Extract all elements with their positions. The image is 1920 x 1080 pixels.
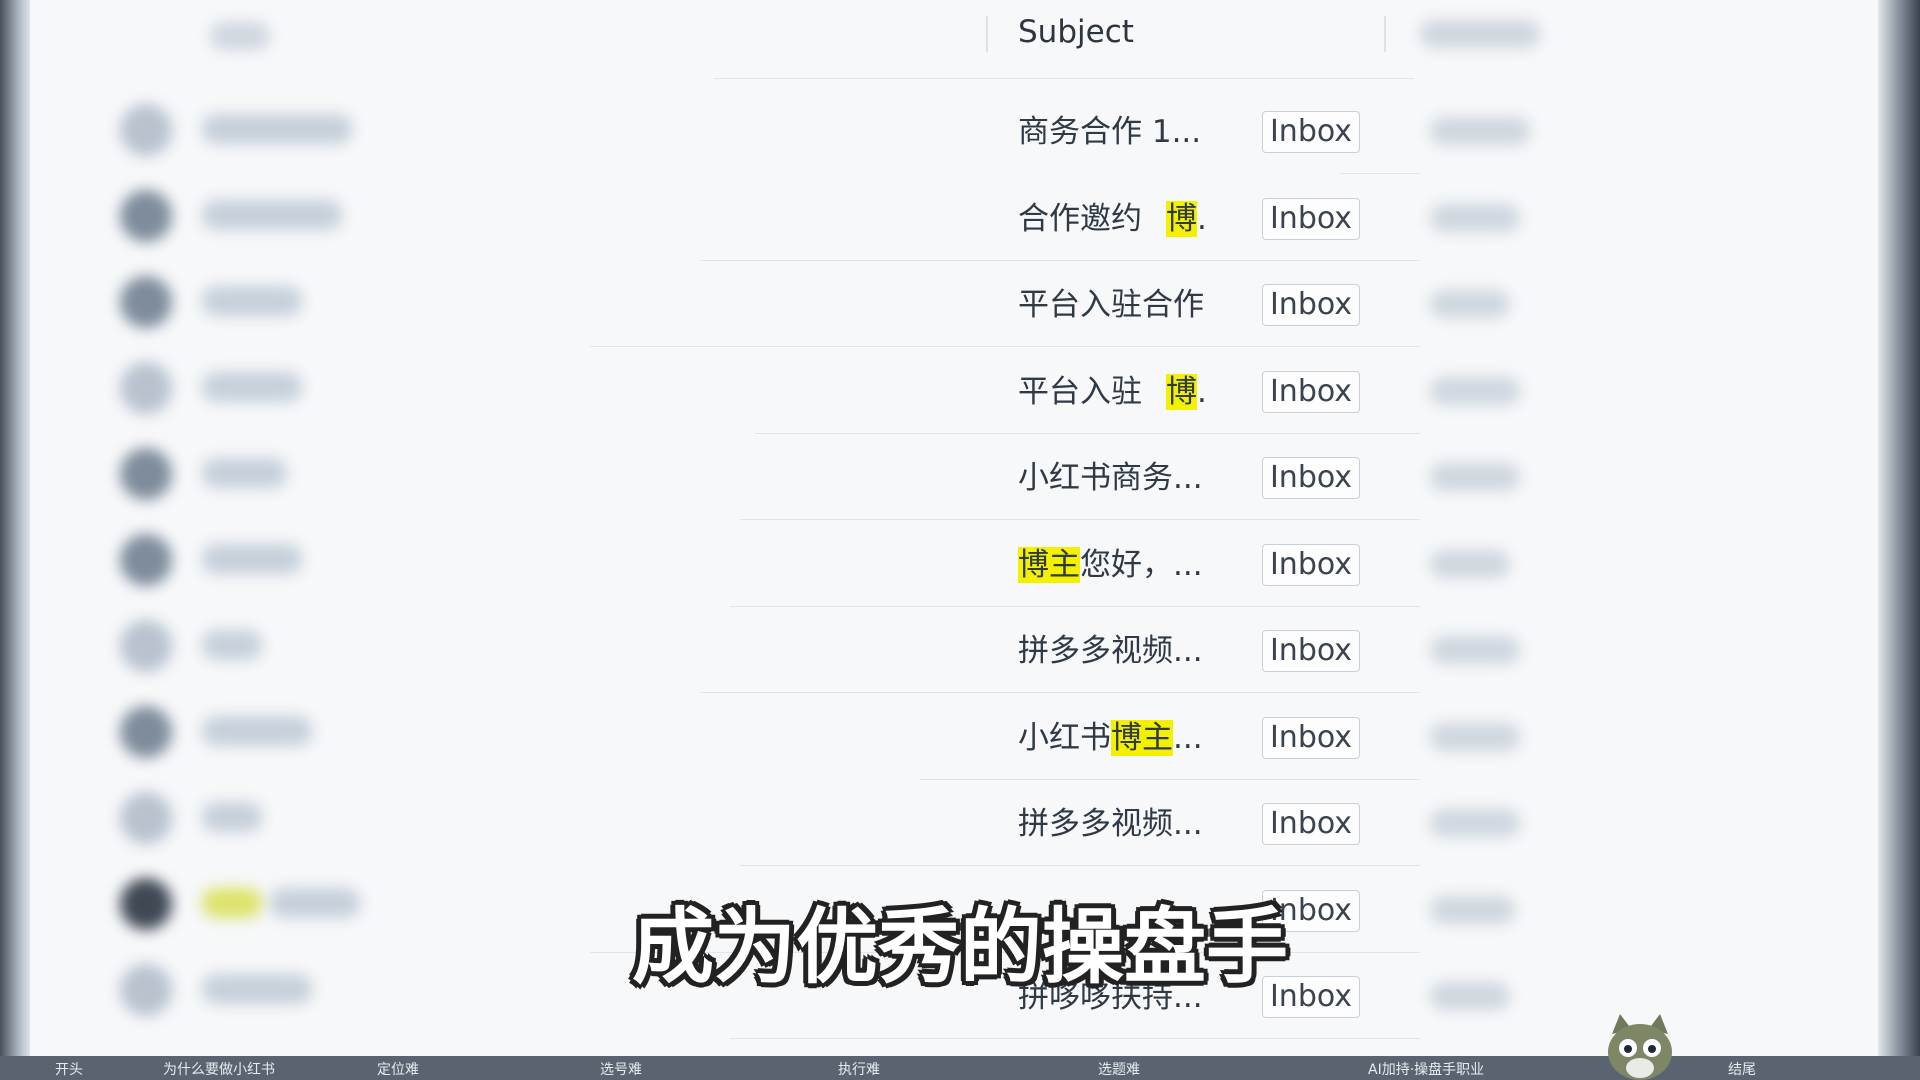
table-row[interactable]: 平台入驻合作 Inbox — [590, 262, 1510, 348]
blurred-cell — [1430, 549, 1510, 578]
row-divider — [590, 346, 1420, 347]
inbox-tag[interactable]: Inbox — [1262, 197, 1360, 240]
table-row[interactable]: 拼多多视频... Inbox — [720, 781, 1520, 867]
subject-column-header[interactable]: Subject — [1018, 14, 1134, 50]
blurred-cell — [1430, 117, 1530, 145]
subject-text: 拼多多视频... — [1018, 633, 1203, 669]
subject-cell: 拼多多视频... — [1018, 799, 1238, 849]
subject-text: 您好，... — [1080, 546, 1203, 583]
video-subtitle: 成为优秀的操盘手 — [631, 900, 1288, 995]
cat-mascot-icon — [1608, 1014, 1672, 1080]
inbox-tag[interactable]: Inbox — [1262, 716, 1360, 759]
inbox-tag[interactable]: Inbox — [1262, 457, 1360, 499]
column-separator — [1384, 16, 1386, 52]
row-divider — [730, 605, 1420, 607]
row-divider — [920, 778, 1420, 780]
table-row[interactable]: 小红书博主... Inbox — [720, 695, 1520, 781]
subject-text: ... — [1173, 719, 1203, 756]
subject-text: 合作邀约 — [1018, 200, 1142, 237]
inbox-tag[interactable]: Inbox — [1262, 111, 1360, 153]
inbox-tag[interactable]: Inbox — [1262, 803, 1360, 845]
row-divider — [740, 865, 1420, 866]
blurred-column-header — [1420, 20, 1540, 48]
table-row[interactable]: 商务合作 1... Inbox — [720, 89, 1530, 175]
sidebar-item[interactable] — [110, 616, 390, 676]
sidebar-item[interactable] — [110, 358, 390, 418]
inbox-tag[interactable]: Inbox — [1262, 284, 1360, 326]
row-divider — [700, 692, 1420, 693]
row-divider — [755, 432, 1420, 434]
chapter-label[interactable]: 执行难 — [838, 1059, 880, 1079]
column-separator — [986, 16, 988, 52]
highlight-text: 博 — [1166, 200, 1197, 237]
row-divider — [740, 519, 1420, 520]
header-divider — [714, 78, 1414, 79]
sidebar-item[interactable] — [110, 100, 390, 160]
chapter-label[interactable]: 为什么要做小红书 — [163, 1059, 275, 1079]
row-divider — [700, 259, 1420, 261]
chapter-label[interactable]: 选号难 — [600, 1059, 642, 1079]
inbox-tag[interactable]: Inbox — [1262, 630, 1360, 672]
blurred-avatar — [210, 22, 270, 50]
highlight-text: 博主 — [1111, 719, 1173, 756]
highlight-text: 博 — [1166, 373, 1197, 410]
subject-cell: 小红书商务... — [1018, 453, 1238, 503]
row-divider — [1340, 173, 1420, 174]
blurred-cell — [1430, 376, 1520, 405]
table-row[interactable]: 拼多多视频... Inbox — [700, 608, 1520, 694]
sidebar-item[interactable] — [110, 186, 390, 246]
table-row[interactable]: 平台入驻 博. Inbox — [720, 349, 1520, 435]
highlight-text: 博主 — [1018, 546, 1080, 583]
sidebar-item[interactable] — [110, 530, 390, 590]
table-row[interactable]: 小红书商务... Inbox — [720, 435, 1520, 521]
subject-text: 平台入驻 — [1018, 373, 1142, 410]
subject-text: 小红书 — [1018, 719, 1111, 756]
blurred-cell — [1430, 290, 1510, 318]
subject-cell: 商务合作 1... — [1018, 107, 1238, 157]
subject-text: 平台入驻合作 — [1018, 287, 1204, 323]
subject-cell: 拼多多视频... — [1018, 626, 1238, 676]
chapter-label[interactable]: 选题难 — [1098, 1059, 1140, 1079]
inbox-tag[interactable]: Inbox — [1262, 370, 1360, 413]
sidebar-item[interactable] — [110, 788, 390, 848]
subject-cell: 博主您好，... — [1018, 540, 1238, 590]
table-row[interactable]: 博主您好，... Inbox — [720, 522, 1510, 608]
sidebar-item[interactable] — [110, 272, 390, 332]
sidebar-item[interactable] — [110, 444, 390, 504]
chapter-label[interactable]: 开头 — [55, 1059, 83, 1079]
subject-text: . — [1197, 373, 1207, 410]
blurred-cell — [1430, 636, 1520, 664]
chapter-label[interactable]: 结尾 — [1728, 1059, 1756, 1079]
blurred-cell — [1430, 203, 1520, 232]
table-row[interactable]: 合作邀约 博. Inbox — [700, 176, 1520, 262]
row-divider — [730, 1038, 1420, 1039]
subject-cell: 平台入驻 博. — [1018, 367, 1238, 417]
chapter-label[interactable]: AI加持·操盘手职业 — [1368, 1059, 1484, 1079]
subject-text: . — [1197, 200, 1207, 237]
subject-text: 拼多多视频... — [1018, 806, 1203, 842]
blurred-cell — [1430, 722, 1520, 751]
subject-cell: 小红书博主... — [1018, 713, 1238, 763]
subject-text: 小红书商务... — [1018, 460, 1203, 496]
inbox-tag[interactable]: Inbox — [1262, 543, 1360, 586]
subject-text: 商务合作 — [1018, 114, 1142, 150]
subject-cell: 合作邀约 博. — [1018, 194, 1238, 244]
subject-cell: 平台入驻合作 — [1018, 280, 1238, 330]
sidebar-item[interactable] — [110, 702, 390, 762]
subject-text: 1... — [1142, 114, 1202, 150]
chapter-label[interactable]: 定位难 — [377, 1059, 419, 1079]
blurred-cell — [1430, 463, 1520, 491]
blurred-cell — [1430, 809, 1520, 837]
